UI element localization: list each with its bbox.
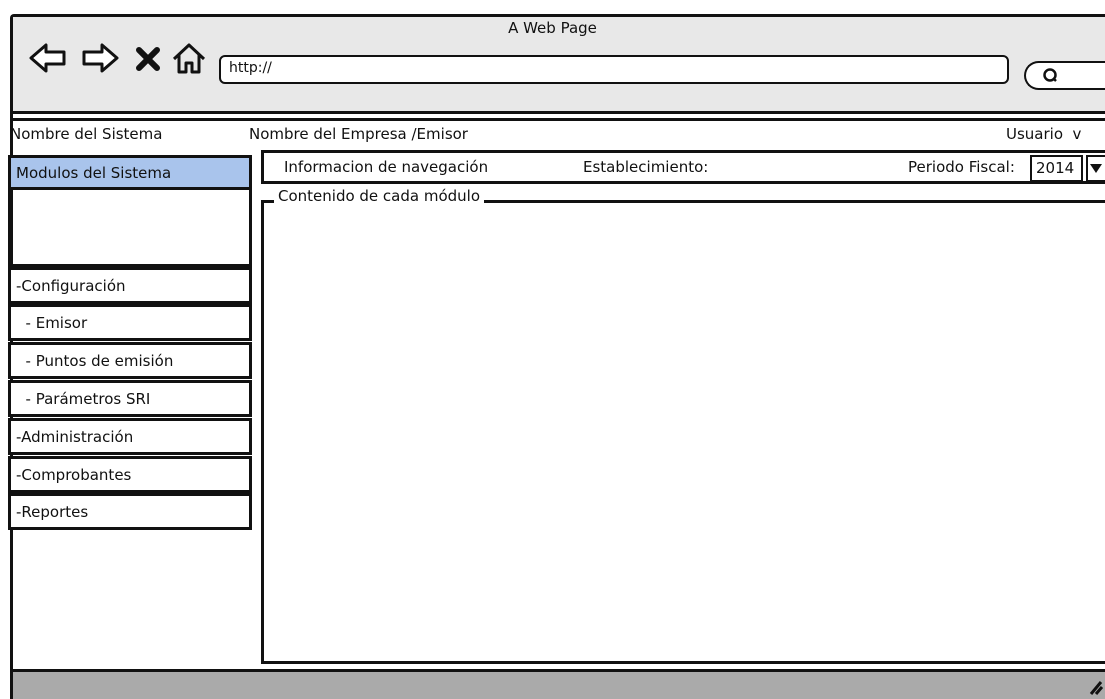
navigation-info: Informacion de navegación	[284, 158, 489, 176]
sidebar-spacer	[8, 190, 252, 267]
status-bar	[13, 669, 1105, 699]
sidebar-item-parametros-sri[interactable]: - Parámetros SRI	[8, 380, 252, 417]
url-input[interactable]: http://	[219, 55, 1009, 84]
close-x-icon[interactable]	[133, 40, 163, 76]
search-icon	[1043, 68, 1057, 82]
resize-grip-icon[interactable]	[1085, 676, 1103, 696]
sidebar-item-configuracion[interactable]: -Configuración	[8, 267, 252, 304]
sidebar-item-emisor[interactable]: - Emisor	[8, 304, 252, 341]
dropdown-arrow-icon	[1090, 164, 1102, 173]
sidebar-item-puntos-emision[interactable]: - Puntos de emisión	[8, 342, 252, 379]
fiscal-period-label: Periodo Fiscal:	[908, 158, 1015, 176]
search-box[interactable]	[1024, 61, 1105, 90]
fiscal-period-select[interactable]: 2014	[1030, 155, 1083, 182]
navigation-bar: Informacion de navegación Establecimient…	[261, 150, 1105, 184]
home-icon[interactable]	[170, 40, 208, 76]
sidebar-title[interactable]: Modulos del Sistema	[8, 155, 252, 190]
forward-arrow-icon[interactable]	[80, 40, 120, 76]
window-title: A Web Page	[508, 19, 597, 37]
sidebar-item-comprobantes[interactable]: -Comprobantes	[8, 456, 252, 493]
establishment-label: Establecimiento:	[583, 158, 709, 176]
header-divider	[13, 118, 1105, 121]
user-menu[interactable]: Usuario v	[1006, 120, 1081, 148]
sidebar-item-reportes[interactable]: -Reportes	[8, 493, 252, 530]
content-label: Contenido de cada módulo	[274, 186, 485, 206]
sidebar-item-administracion[interactable]: -Administración	[8, 418, 252, 455]
sidebar-border	[10, 530, 13, 670]
fiscal-period-dropdown[interactable]	[1086, 155, 1105, 182]
module-content	[261, 200, 1105, 664]
system-name: Nombre del Sistema	[10, 125, 163, 143]
back-arrow-icon[interactable]	[28, 40, 68, 76]
company-name: Nombre del Empresa /Emisor	[249, 125, 468, 143]
